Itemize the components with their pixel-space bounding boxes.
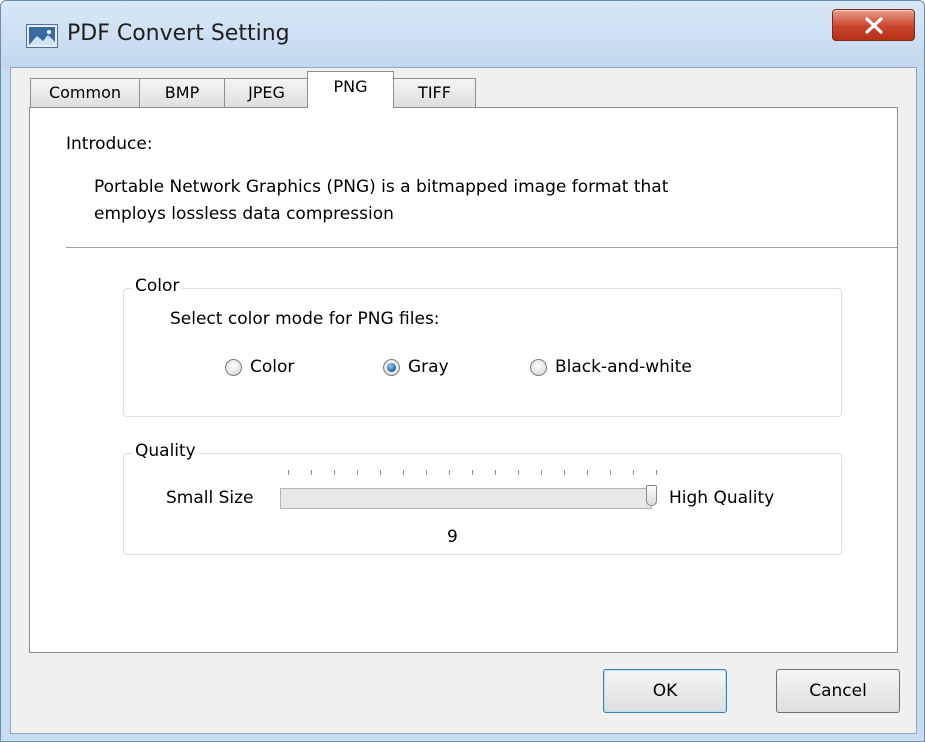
color-group-title: Color <box>132 276 183 296</box>
slider-tick <box>541 470 542 475</box>
radio-circle-icon <box>530 358 547 376</box>
window-title: PDF Convert Setting <box>67 21 290 46</box>
app-picture-icon <box>27 25 57 47</box>
slider-tick <box>311 470 312 475</box>
radio-circle-icon <box>225 358 242 376</box>
color-mode-description: Select color mode for PNG files: <box>170 309 440 329</box>
close-icon <box>865 17 883 34</box>
dialog-client-area: Common BMP JPEG PNG TIFF Introduce: Port… <box>10 67 917 734</box>
slider-tick <box>656 470 657 475</box>
tab-jpeg[interactable]: JPEG <box>224 78 309 107</box>
title-bar[interactable]: PDF Convert Setting <box>1 1 924 67</box>
tab-bmp[interactable]: BMP <box>139 78 225 107</box>
slider-tick <box>472 470 473 475</box>
color-groupbox: Color Select color mode for PNG files: C… <box>123 276 842 417</box>
separator-line <box>66 247 897 249</box>
slider-tick <box>380 470 381 475</box>
slider-tick <box>564 470 565 475</box>
quality-slider-track[interactable] <box>280 488 652 509</box>
slider-tick <box>495 470 496 475</box>
radio-gray[interactable]: Gray <box>383 357 449 377</box>
quality-group-title: Quality <box>132 441 199 461</box>
introduce-label: Introduce: <box>66 134 153 154</box>
png-tab-page: Introduce: Portable Network Graphics (PN… <box>29 107 898 653</box>
radio-circle-checked-icon <box>383 358 400 376</box>
slider-min-label: Small Size <box>166 488 254 508</box>
slider-tick <box>518 470 519 475</box>
ok-button[interactable]: OK <box>603 669 727 713</box>
radio-color[interactable]: Color <box>225 357 294 377</box>
close-button[interactable] <box>832 9 915 41</box>
slider-tick <box>633 470 634 475</box>
slider-max-label: High Quality <box>669 488 775 508</box>
quality-groupbox: Quality Small Size High Quality 9 <box>123 441 842 555</box>
tab-common[interactable]: Common <box>30 78 140 107</box>
tab-strip: Common BMP JPEG PNG TIFF <box>11 68 916 108</box>
slider-tick <box>587 470 588 475</box>
cancel-button[interactable]: Cancel <box>776 669 900 713</box>
quality-slider-thumb[interactable] <box>646 485 657 506</box>
tab-png[interactable]: PNG <box>307 71 394 108</box>
quality-value: 9 <box>447 527 458 547</box>
slider-tick <box>610 470 611 475</box>
dialog-window: PDF Convert Setting Common BMP JPEG PNG … <box>0 0 925 742</box>
slider-tick <box>334 470 335 475</box>
radio-black-and-white[interactable]: Black-and-white <box>530 357 692 377</box>
slider-tick <box>357 470 358 475</box>
slider-tick <box>426 470 427 475</box>
introduce-description: Portable Network Graphics (PNG) is a bit… <box>94 177 669 224</box>
slider-tick <box>288 470 289 475</box>
tab-tiff[interactable]: TIFF <box>393 78 476 107</box>
slider-tick <box>449 470 450 475</box>
slider-tick <box>403 470 404 475</box>
